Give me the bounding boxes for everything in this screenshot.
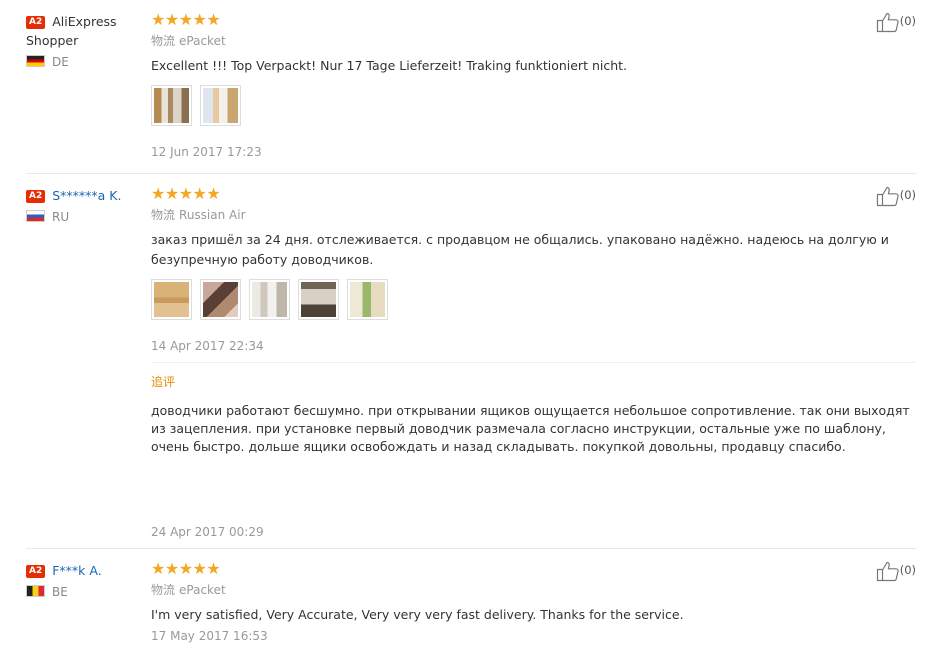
review-text: заказ пришёл за 24 дня. отслеживается. с… (151, 232, 889, 267)
review-date: 17 May 2017 16:53 (151, 629, 268, 643)
helpful-count: (0) (899, 188, 916, 202)
shipping-label: 物流 (151, 583, 176, 597)
reviewer-country: RU (26, 209, 146, 225)
review-content: ★★★★★ 物流 ePacket Excellent !!! Top Verpac… (151, 11, 921, 160)
additional-feedback: 追评 доводчики работают бесшумно. при откр… (151, 374, 921, 540)
review-text: Excellent !!! Top Verpackt! Nur 17 Tage … (151, 58, 628, 73)
shipping-method: Russian Air (179, 208, 246, 222)
buyer-level-badge: A2 (26, 190, 46, 203)
helpful-button[interactable]: (0) (876, 184, 916, 207)
buyer-level-badge: A2 (26, 565, 46, 578)
review-text: I'm very satisfied, Very Accurate, Very … (151, 607, 684, 622)
flag-be-icon (26, 585, 45, 597)
review-photo-thumbnail[interactable] (347, 279, 389, 320)
reviewer-info: A2 S******a K. RU (26, 186, 146, 225)
additional-feedback-label: 追评 (151, 375, 176, 389)
review-date: 14 Apr 2017 22:34 (151, 339, 264, 353)
shipping-info: 物流 ePacket (151, 33, 921, 49)
review-photo-thumbnail[interactable] (298, 279, 340, 320)
helpful-count: (0) (899, 14, 916, 28)
review-content: ★★★★★ 物流 Russian Air заказ пришёл за 24 д… (151, 185, 921, 354)
flag-de-icon (26, 55, 45, 67)
country-code: RU (52, 210, 70, 224)
additional-feedback-date: 24 Apr 2017 00:29 (151, 525, 264, 539)
review-item: A2 S******a K. RU ★★★★★ 物流 Russian Air зак… (0, 174, 940, 548)
shipping-method: ePacket (179, 34, 226, 48)
helpful-button[interactable]: (0) (876, 559, 916, 582)
shipping-info: 物流 Russian Air (151, 207, 921, 223)
review-item: A2 AliExpress Shopper DE ★★★★★ 物流 ePacket … (0, 0, 940, 173)
review-item: A2 F***k A. BE ★★★★★ 物流 ePacket I'm very s… (0, 549, 940, 656)
shipping-method: ePacket (179, 583, 226, 597)
review-date: 12 Jun 2017 17:23 (151, 145, 262, 159)
thumbs-up-icon (876, 186, 899, 206)
reviewer-country: DE (26, 54, 146, 70)
reviewer-info: A2 AliExpress Shopper DE (26, 12, 146, 70)
star-rating: ★★★★★ (151, 559, 221, 578)
additional-feedback-text: доводчики работают бесшумно. при открыва… (151, 403, 910, 454)
reviewer-info: A2 F***k A. BE (26, 561, 146, 600)
shipping-info: 物流 ePacket (151, 582, 921, 598)
country-code: DE (52, 55, 69, 69)
helpful-button[interactable]: (0) (876, 10, 916, 33)
review-photos (151, 279, 921, 324)
append-divider (151, 362, 916, 363)
review-photo-thumbnail[interactable] (151, 279, 192, 320)
thumbs-up-icon (876, 561, 899, 581)
helpful-count: (0) (899, 563, 916, 577)
review-photo-thumbnail[interactable] (249, 279, 291, 320)
star-rating: ★★★★★ (151, 10, 221, 29)
shipping-label: 物流 (151, 34, 176, 48)
shipping-label: 物流 (151, 208, 176, 222)
review-photo-thumbnail[interactable] (200, 279, 242, 320)
review-photo-thumbnail[interactable] (151, 85, 192, 126)
star-rating: ★★★★★ (151, 184, 221, 203)
reviewer-country: BE (26, 584, 146, 600)
reviewer-name[interactable]: F***k A. (52, 563, 101, 578)
flag-ru-icon (26, 210, 45, 222)
review-photo-thumbnail[interactable] (200, 85, 242, 126)
review-content: ★★★★★ 物流 ePacket I'm very satisfied, Very… (151, 560, 921, 644)
country-code: BE (52, 585, 68, 599)
review-photos (151, 85, 921, 130)
buyer-level-badge: A2 (26, 16, 46, 29)
reviewer-name[interactable]: S******a K. (52, 188, 121, 203)
thumbs-up-icon (876, 12, 899, 32)
